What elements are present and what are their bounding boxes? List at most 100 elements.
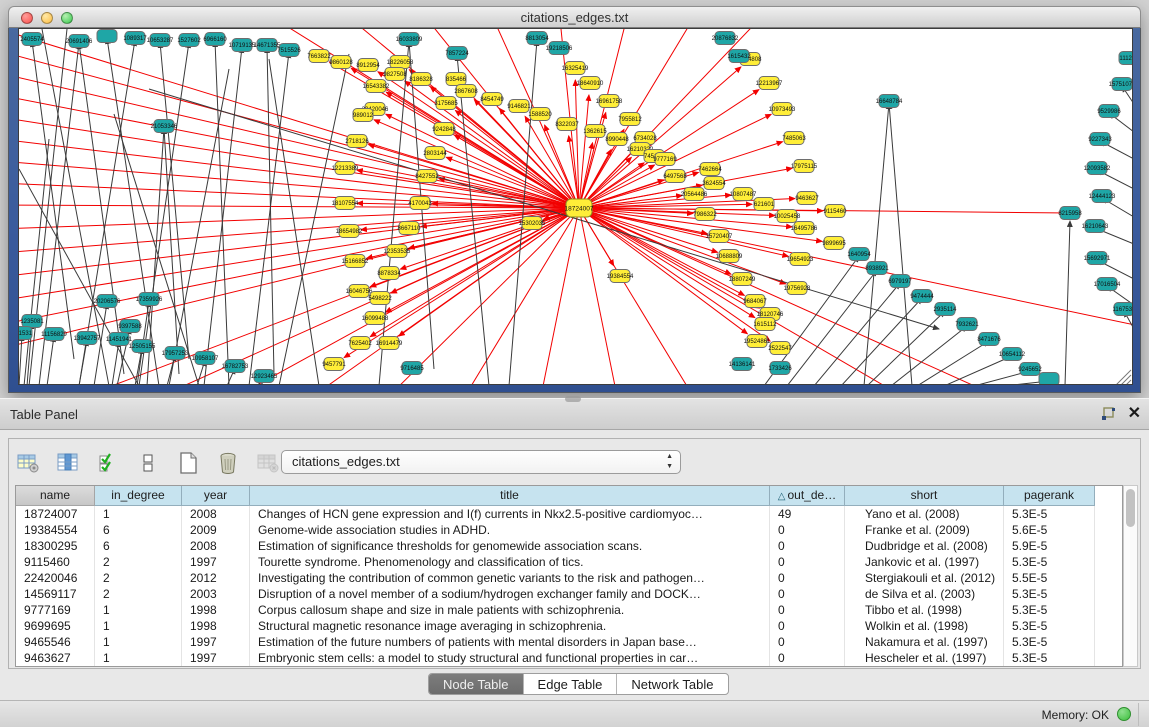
new-file-icon[interactable] [175, 450, 201, 476]
table-cell[interactable]: 1 [95, 506, 182, 522]
table-scrollbar[interactable] [1123, 485, 1138, 667]
tab-node-table[interactable]: Node Table [429, 674, 524, 694]
citation-network-graph[interactable]: 7663822986012889129541822605816543382982… [19, 29, 1133, 385]
network-node[interactable]: 2522547 [768, 342, 792, 355]
network-node[interactable]: 15751074 [1109, 78, 1133, 91]
delete-table-icon[interactable] [215, 450, 241, 476]
network-node[interactable]: 9899695 [822, 237, 846, 250]
network-node[interactable]: 9716485 [400, 362, 424, 375]
table-cell[interactable]: 0 [770, 650, 845, 666]
table-cell[interactable]: 1997 [182, 650, 250, 666]
network-node[interactable]: 7462664 [698, 163, 722, 176]
network-node[interactable]: 6497568 [663, 170, 687, 183]
network-node[interactable]: 2867608 [454, 85, 478, 98]
network-node[interactable]: 9529986 [1097, 105, 1121, 118]
network-node[interactable]: 19524861 [744, 335, 771, 348]
table-cell[interactable]: Tibbo et al. (1998) [845, 602, 1004, 618]
splitter-handle[interactable] [565, 396, 581, 402]
network-node[interactable]: 13942757 [74, 332, 101, 345]
network-node[interactable]: 16033809 [396, 33, 423, 46]
network-node[interactable]: 20206576 [94, 295, 121, 308]
network-node[interactable]: 8990448 [605, 133, 629, 146]
table-cell[interactable]: 1 [95, 634, 182, 650]
table-cell[interactable]: Disruption of a novel member of a sodium… [250, 586, 770, 602]
network-node[interactable]: 7663822 [307, 50, 331, 63]
network-node[interactable]: 15692971 [1084, 252, 1111, 265]
table-cell[interactable]: 19384554 [16, 522, 95, 538]
network-node[interactable]: 1235081 [20, 315, 44, 328]
table-cell[interactable]: 2009 [182, 522, 250, 538]
table-row[interactable]: 911546021997Tourette syndrome. Phenomeno… [16, 554, 1122, 570]
table-cell[interactable]: 0 [770, 522, 845, 538]
table-cell[interactable]: 0 [770, 570, 845, 586]
network-node[interactable]: 17016504 [1094, 278, 1121, 291]
network-node[interactable]: 9474444 [910, 290, 934, 303]
table-cell[interactable]: 1 [95, 650, 182, 666]
network-node[interactable]: 20564486 [681, 188, 708, 201]
table-select-dropdown[interactable]: citations_edges.txt ▲▼ [281, 450, 681, 474]
table-cell[interactable]: 1998 [182, 618, 250, 634]
network-node[interactable]: 7932621 [955, 318, 979, 331]
table-cell[interactable]: Embryonic stem cells: a model to study s… [250, 650, 770, 666]
network-node[interactable]: 10688809 [716, 250, 743, 263]
network-node[interactable]: 9684067 [743, 295, 767, 308]
network-node[interactable]: 2405574 [20, 33, 44, 46]
network-node[interactable]: 9777169 [653, 153, 677, 166]
table-cell[interactable]: Estimation of significance thresholds fo… [250, 538, 770, 554]
table-cell[interactable]: Franke et al. (2009) [845, 522, 1004, 538]
network-node[interactable]: 2718126 [345, 135, 369, 148]
network-node[interactable]: 12213389 [332, 162, 359, 175]
network-node[interactable]: 15720407 [706, 230, 733, 243]
network-node[interactable]: 1362615 [583, 125, 607, 138]
column-header-pagerank[interactable]: pagerank [1004, 486, 1095, 506]
network-node[interactable]: 16543382 [363, 80, 390, 93]
table-cell[interactable]: 18724007 [16, 506, 95, 522]
network-node[interactable]: 16961758 [596, 95, 623, 108]
table-cell[interactable]: Wolkin et al. (1998) [845, 618, 1004, 634]
table-cell[interactable]: 2 [95, 570, 182, 586]
network-node[interactable]: 12353535 [384, 245, 411, 258]
network-node[interactable]: 6966160 [203, 33, 227, 46]
table-cell[interactable]: 1997 [182, 554, 250, 570]
network-node[interactable]: 1167531 [1113, 303, 1133, 316]
network-node[interactable]: 19384554 [607, 270, 634, 283]
network-node[interactable]: 16914479 [376, 337, 403, 350]
table-row[interactable]: 1456911722003Disruption of a novel membe… [16, 586, 1122, 602]
table-row[interactable]: 977716911998Corpus callosum shape and si… [16, 602, 1122, 618]
column-header-title[interactable]: title [250, 486, 770, 506]
network-node[interactable]: 6979197 [888, 275, 912, 288]
tab-network-table[interactable]: Network Table [617, 674, 727, 694]
table-cell[interactable]: 9777169 [16, 602, 95, 618]
network-node[interactable] [1039, 373, 1059, 386]
table-cell[interactable]: 2003 [182, 586, 250, 602]
table-cell[interactable]: 0 [770, 634, 845, 650]
table-scrollbar-thumb[interactable] [1126, 489, 1135, 527]
table-row[interactable]: 969969511998Structural magnetic resonanc… [16, 618, 1122, 634]
column-header-short[interactable]: short [845, 486, 1004, 506]
table-settings-icon[interactable] [15, 450, 41, 476]
network-node[interactable]: 16782753 [222, 360, 249, 373]
table-row[interactable]: 1938455462009Genome-wide association stu… [16, 522, 1122, 538]
close-panel-icon[interactable]: ✕ [1128, 406, 1141, 422]
network-node[interactable]: 12505155 [129, 340, 156, 353]
table-cell[interactable]: 9463627 [16, 650, 95, 666]
network-node[interactable]: 9242848 [432, 123, 456, 136]
network-node[interactable]: 7857224 [445, 47, 469, 60]
network-node[interactable]: 8454749 [480, 93, 504, 106]
network-node[interactable]: 111234 [1119, 52, 1133, 65]
network-node[interactable]: 16210643 [1082, 220, 1109, 233]
network-node[interactable]: 5498222 [368, 292, 392, 305]
column-header-year[interactable]: year [182, 486, 250, 506]
network-node[interactable]: 10654112 [999, 348, 1026, 361]
table-cell[interactable]: 0 [770, 554, 845, 570]
network-node[interactable]: 15302035 [519, 217, 546, 230]
network-node[interactable]: 9115460 [824, 205, 848, 218]
network-node[interactable]: 19756928 [784, 282, 811, 295]
network-node[interactable]: 1588520 [528, 108, 552, 121]
network-node[interactable]: 1089317 [123, 32, 147, 45]
network-node[interactable]: 7625402 [348, 337, 372, 350]
network-node[interactable]: 10025458 [774, 210, 801, 223]
table-cell[interactable]: Stergiakouli et al. (2012) [845, 570, 1004, 586]
table-cell[interactable]: 18300295 [16, 538, 95, 554]
network-node[interactable]: 19218506 [546, 42, 573, 55]
